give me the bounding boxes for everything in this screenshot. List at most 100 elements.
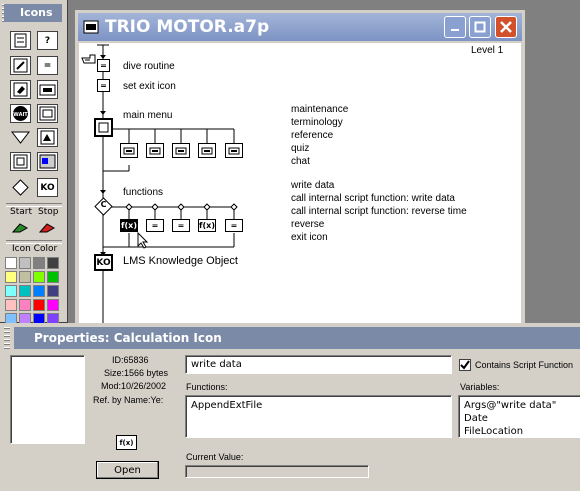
color-swatch[interactable] [33, 299, 45, 311]
variable-entry[interactable]: Args@"write data" [464, 399, 580, 412]
minimize-button[interactable] [444, 16, 466, 38]
calc-equals-tool-icon[interactable]: = [37, 56, 58, 75]
decision-tool-icon[interactable] [10, 128, 31, 147]
script-function-icon-selected[interactable]: f(x) [120, 219, 138, 232]
flow-label-main-menu[interactable]: main menu [123, 110, 172, 121]
framework-icon[interactable] [94, 118, 113, 137]
decision-icon[interactable]: C [94, 197, 113, 216]
navigate-tool-icon[interactable] [37, 80, 58, 99]
color-swatch[interactable] [19, 299, 31, 311]
color-swatch[interactable] [19, 285, 31, 297]
digital-movie-tool-icon[interactable] [37, 152, 58, 171]
mouse-cursor-icon [137, 231, 149, 252]
calculation-tool-icon[interactable] [10, 31, 31, 50]
menu-item-label: terminology [291, 117, 343, 128]
start-flag-icon[interactable] [11, 222, 29, 237]
wait-tool-icon[interactable]: WAIT [10, 104, 31, 123]
icon-modified: Mod:10/26/2002 [101, 381, 167, 391]
question-tool-icon[interactable]: ? [37, 31, 58, 50]
function-item-label: write data [291, 180, 335, 191]
flow-label-exit[interactable]: set exit icon [123, 81, 176, 92]
hand-pointer-icon [81, 53, 97, 68]
color-swatch[interactable] [19, 257, 31, 269]
color-swatch[interactable] [5, 299, 17, 311]
flowline-window: TRIO MOTOR.a7p Level 1 = dive routine = … [75, 10, 525, 328]
calculation-icon[interactable]: = [97, 59, 110, 72]
icon-name-input[interactable]: write data [185, 355, 452, 374]
variable-entry[interactable]: FileLocation [464, 425, 580, 438]
diamond-tool-icon[interactable] [10, 178, 31, 197]
flowline-canvas[interactable]: Level 1 = dive routine = set exit icon m… [79, 43, 521, 328]
calculation-icon[interactable]: = [172, 219, 190, 232]
flow-label-dive[interactable]: dive routine [123, 61, 175, 72]
knowledge-object-tool-icon[interactable]: KO [37, 178, 58, 197]
window-title: TRIO MOTOR.a7p [105, 17, 270, 37]
knowledge-object-icon[interactable]: KO [94, 254, 113, 271]
function-item-label: call internal script function: reverse t… [291, 206, 467, 217]
variables-list[interactable]: Args@"write data" Date FileLocation [458, 395, 580, 438]
app-icon [83, 19, 99, 38]
color-swatch[interactable] [33, 271, 45, 283]
variable-entry[interactable]: Date [464, 412, 580, 425]
flow-label-lms[interactable]: LMS Knowledge Object [123, 255, 238, 267]
menu-item-label: reference [291, 130, 334, 141]
contains-script-label: Contains Script Function [475, 360, 574, 370]
color-swatch[interactable] [5, 257, 17, 269]
close-button[interactable] [495, 16, 517, 38]
open-button[interactable]: Open [96, 461, 159, 479]
navigate-icon[interactable] [120, 143, 138, 158]
map-tool-icon[interactable] [10, 152, 31, 171]
calculation-icon[interactable]: = [225, 219, 243, 232]
icon-preview [10, 355, 85, 444]
function-item-label: exit icon [291, 232, 328, 243]
navigate-icon[interactable] [198, 143, 216, 158]
current-value-field [185, 465, 369, 478]
stop-flag-icon[interactable] [38, 222, 56, 237]
icon-color-label: Icon Color [12, 244, 58, 254]
svg-text:WAIT: WAIT [13, 112, 28, 118]
contains-script-checkbox[interactable] [459, 359, 471, 371]
calculation-type-icon: f(x) [116, 435, 137, 450]
stop-label: Stop [38, 207, 59, 217]
color-swatch[interactable] [5, 285, 17, 297]
pencil-tool-icon[interactable] [10, 56, 31, 75]
erase-tool-icon[interactable] [10, 80, 31, 99]
current-value-label: Current Value: [186, 452, 244, 462]
color-swatch[interactable] [47, 299, 59, 311]
icon-palette: Icons ? = WAIT KO Start Stop Icon Color [0, 0, 68, 325]
framework-tool-icon[interactable] [37, 104, 58, 123]
properties-title: Properties: Calculation Icon [14, 327, 580, 349]
navigate-icon[interactable] [146, 143, 164, 158]
interaction-tool-icon[interactable] [37, 128, 58, 147]
variables-label: Variables: [460, 382, 500, 392]
decision-letter: C [100, 200, 107, 209]
navigate-icon[interactable] [225, 143, 243, 158]
color-swatch[interactable] [5, 271, 17, 283]
color-swatch[interactable] [47, 285, 59, 297]
flow-label-functions[interactable]: functions [123, 187, 163, 198]
calculation-icon[interactable]: = [146, 219, 164, 232]
color-swatch[interactable] [47, 257, 59, 269]
icon-size: Size:1566 bytes [104, 368, 169, 378]
color-swatch[interactable] [33, 257, 45, 269]
window-titlebar[interactable]: TRIO MOTOR.a7p [78, 13, 522, 41]
properties-grip[interactable] [4, 327, 10, 349]
palette-title: Icons [4, 4, 62, 22]
functions-list[interactable]: AppendExtFile [185, 395, 452, 438]
maximize-button[interactable] [469, 16, 491, 38]
color-swatch[interactable] [33, 285, 45, 297]
menu-item-label: maintenance [291, 104, 349, 115]
ref-by-name: Ref. by Name:Ye: [93, 395, 164, 405]
script-function-icon[interactable]: f(x) [198, 219, 216, 232]
calculation-icon[interactable]: = [97, 79, 110, 92]
functions-label: Functions: [186, 382, 228, 392]
function-entry[interactable]: AppendExtFile [191, 399, 446, 412]
start-label: Start [10, 207, 32, 217]
color-swatch[interactable] [19, 271, 31, 283]
navigate-icon[interactable] [172, 143, 190, 158]
menu-item-label: chat [291, 156, 310, 167]
color-swatch[interactable] [47, 271, 59, 283]
properties-panel: Properties: Calculation Icon ID:65836 Si… [0, 323, 580, 491]
menu-item-label: quiz [291, 143, 310, 154]
function-item-label: reverse [291, 219, 325, 230]
